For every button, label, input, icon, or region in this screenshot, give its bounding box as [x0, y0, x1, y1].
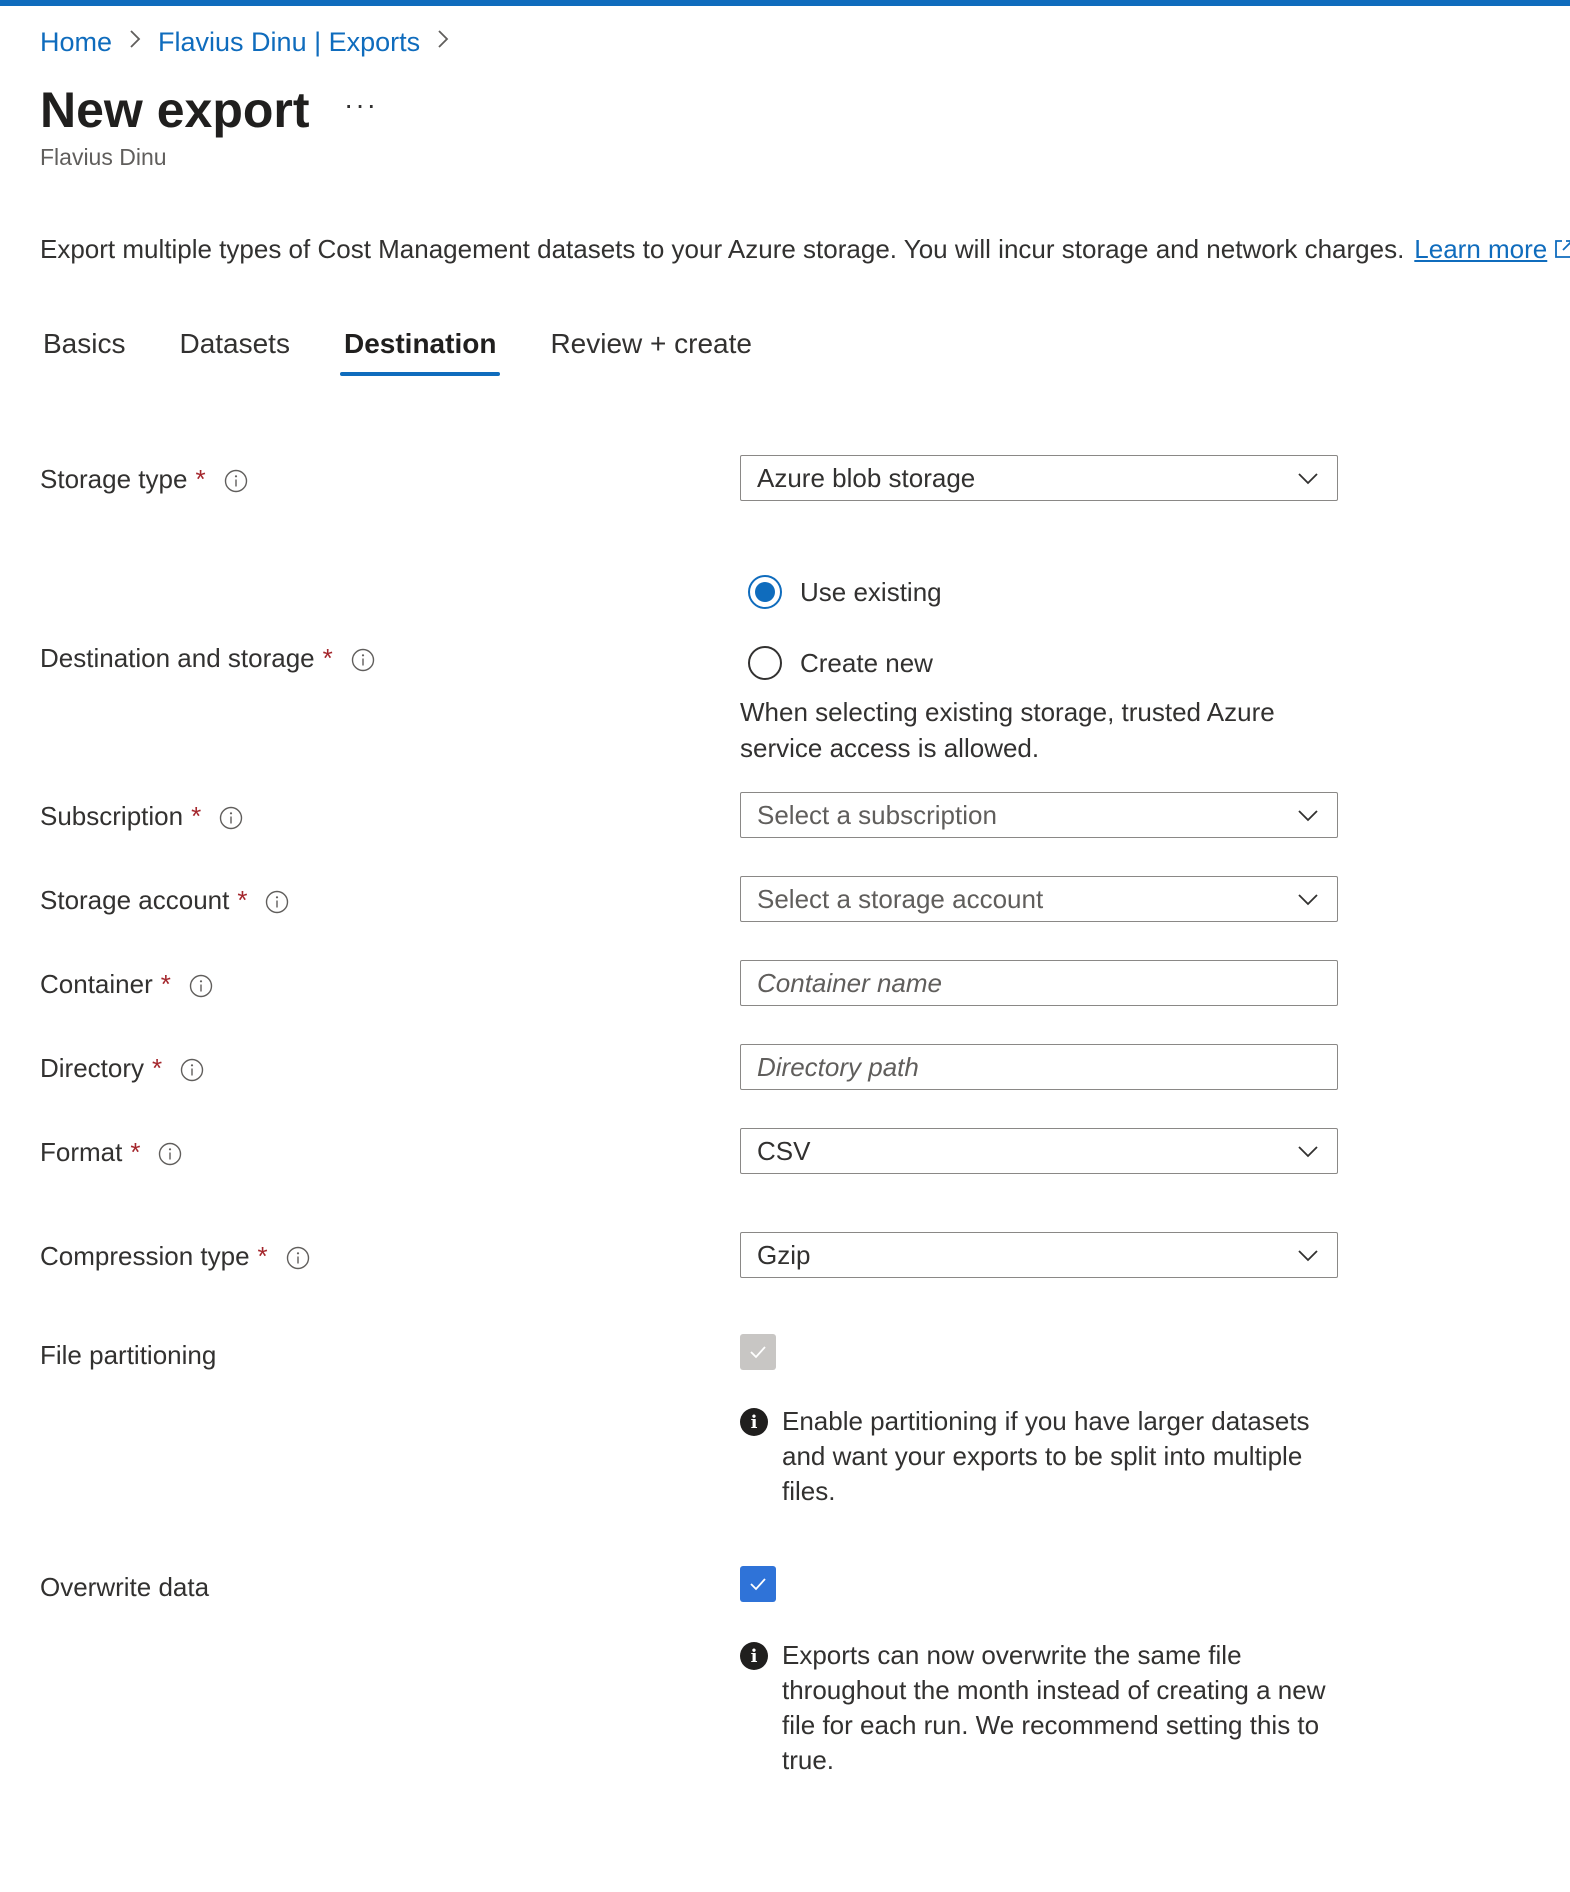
overwrite-note: i Exports can now overwrite the same fil… — [740, 1638, 1340, 1778]
required-marker: * — [160, 969, 171, 999]
info-icon: i — [740, 1642, 768, 1670]
breadcrumb-exports-link[interactable]: Flavius Dinu | Exports — [158, 27, 420, 58]
info-icon[interactable] — [219, 804, 243, 830]
format-label: Format * — [40, 1135, 182, 1169]
chevron-down-icon — [1298, 1146, 1318, 1158]
breadcrumb: Home Flavius Dinu | Exports — [40, 24, 466, 60]
format-dropdown[interactable]: CSV — [740, 1128, 1338, 1174]
destination-label-text: Destination and storage — [40, 643, 315, 673]
wizard-tabs: Basics Datasets Destination Review + cre… — [32, 320, 795, 380]
required-marker: * — [322, 643, 333, 673]
page-subtitle: Flavius Dinu — [40, 144, 167, 170]
radio-create-new-label: Create new — [800, 647, 933, 678]
subscription-dropdown[interactable]: Select a subscription — [740, 792, 1338, 838]
compression-value: Gzip — [757, 1239, 811, 1270]
container-label-text: Container — [40, 969, 153, 999]
subscription-label-text: Subscription — [40, 801, 184, 831]
storage-account-label-text: Storage account — [40, 885, 230, 915]
overwrite-note-text: Exports can now overwrite the same file … — [782, 1640, 1326, 1775]
storage-type-label: Storage type * — [40, 462, 248, 496]
directory-label-text: Directory — [40, 1053, 145, 1083]
overwrite-checkbox[interactable] — [740, 1566, 776, 1602]
chevron-down-icon — [1298, 1250, 1318, 1262]
file-partitioning-label-text: File partitioning — [40, 1340, 217, 1370]
compression-label-text: Compression type — [40, 1241, 250, 1271]
file-partitioning-checkbox[interactable] — [740, 1334, 776, 1370]
breadcrumb-home-link[interactable]: Home — [40, 27, 112, 58]
required-marker: * — [257, 1241, 268, 1271]
directory-input[interactable]: Directory path — [740, 1044, 1338, 1090]
storage-type-dropdown[interactable]: Azure blob storage — [740, 455, 1338, 501]
chevron-down-icon — [1298, 810, 1318, 822]
compression-dropdown[interactable]: Gzip — [740, 1232, 1338, 1278]
radio-use-existing[interactable]: Use existing — [748, 575, 942, 609]
directory-label: Directory * — [40, 1051, 204, 1085]
radio-button-checked[interactable] — [748, 575, 782, 609]
learn-more-link[interactable]: Learn more — [1414, 234, 1547, 264]
container-placeholder: Container name — [757, 967, 942, 998]
compression-label: Compression type * — [40, 1239, 310, 1273]
tab-basics[interactable]: Basics — [32, 320, 136, 376]
destination-label: Destination and storage * — [40, 641, 375, 675]
chevron-down-icon — [1298, 473, 1318, 485]
info-icon[interactable] — [351, 646, 375, 672]
required-marker: * — [237, 885, 248, 915]
chevron-down-icon — [1298, 894, 1318, 906]
subscription-label: Subscription * — [40, 799, 243, 833]
info-icon[interactable] — [180, 1056, 204, 1082]
radio-use-existing-label: Use existing — [800, 576, 942, 607]
storage-type-value: Azure blob storage — [757, 462, 976, 493]
tab-review-create[interactable]: Review + create — [539, 320, 763, 376]
info-icon[interactable] — [158, 1140, 182, 1166]
checkmark-icon — [750, 1578, 766, 1591]
required-marker: * — [130, 1137, 141, 1167]
intro-description: Export multiple types of Cost Management… — [40, 234, 1405, 264]
external-link-icon[interactable] — [1553, 234, 1570, 258]
info-icon[interactable] — [189, 972, 213, 998]
intro-text: Export multiple types of Cost Management… — [40, 232, 1570, 266]
info-icon[interactable] — [265, 888, 289, 914]
chevron-right-icon — [436, 28, 450, 57]
radio-create-new[interactable]: Create new — [748, 646, 933, 680]
tab-destination[interactable]: Destination — [333, 320, 507, 376]
container-input[interactable]: Container name — [740, 960, 1338, 1006]
storage-type-label-text: Storage type — [40, 464, 188, 494]
format-label-text: Format — [40, 1137, 123, 1167]
checkmark-icon — [750, 1346, 766, 1359]
info-icon[interactable] — [286, 1244, 310, 1270]
container-label: Container * — [40, 967, 213, 1001]
storage-account-placeholder: Select a storage account — [757, 883, 1044, 914]
subscription-placeholder: Select a subscription — [757, 799, 997, 830]
overwrite-label: Overwrite data — [40, 1570, 209, 1604]
format-value: CSV — [757, 1135, 811, 1166]
file-partitioning-note: i Enable partitioning if you have larger… — [740, 1404, 1340, 1509]
file-partitioning-note-text: Enable partitioning if you have larger d… — [782, 1406, 1310, 1506]
tab-datasets[interactable]: Datasets — [168, 320, 301, 376]
radio-button[interactable] — [748, 646, 782, 680]
page-title: New export — [40, 82, 310, 138]
top-accent-bar — [0, 0, 1570, 6]
required-marker: * — [191, 801, 202, 831]
required-marker: * — [152, 1053, 163, 1083]
directory-placeholder: Directory path — [757, 1051, 919, 1082]
storage-account-dropdown[interactable]: Select a storage account — [740, 876, 1338, 922]
info-icon[interactable] — [224, 467, 248, 493]
storage-account-label: Storage account * — [40, 883, 289, 917]
chevron-right-icon — [128, 28, 142, 57]
more-options-button[interactable]: ··· — [344, 90, 378, 120]
info-icon: i — [740, 1408, 768, 1436]
overwrite-label-text: Overwrite data — [40, 1572, 210, 1602]
file-partitioning-label: File partitioning — [40, 1338, 216, 1372]
destination-note: When selecting existing storage, trusted… — [740, 697, 1275, 763]
required-marker: * — [195, 464, 206, 494]
